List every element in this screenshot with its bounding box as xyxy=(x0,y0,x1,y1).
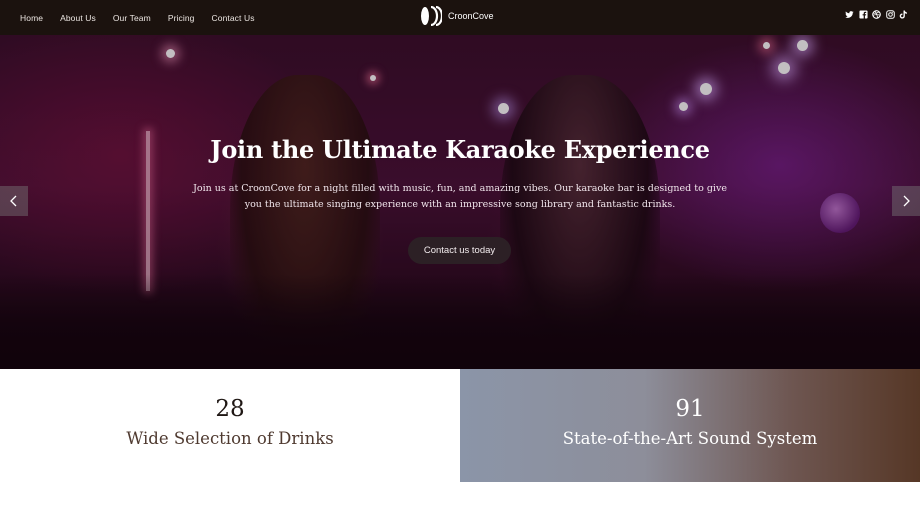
contact-us-button[interactable]: Contact us today xyxy=(408,237,511,264)
twitter-icon[interactable] xyxy=(845,10,854,19)
stat-card-drinks: 28 Wide Selection of Drinks xyxy=(0,369,460,482)
stat-label: State-of-the-Art Sound System xyxy=(562,429,818,448)
facebook-icon[interactable] xyxy=(858,10,868,19)
hero-slider: Join the Ultimate Karaoke Experience Joi… xyxy=(0,35,920,369)
stat-label: Wide Selection of Drinks xyxy=(126,429,334,448)
dribbble-icon[interactable] xyxy=(872,10,881,19)
slider-prev-button[interactable] xyxy=(0,186,28,216)
nav-link-home[interactable]: Home xyxy=(20,13,43,23)
tiktok-icon[interactable] xyxy=(899,10,908,19)
brand-name: CroonCove xyxy=(448,11,494,21)
brand-logo[interactable]: CroonCove xyxy=(420,6,494,26)
stat-card-sound-system: 91 State-of-the-Art Sound System xyxy=(460,369,920,482)
nav-link-contact-us[interactable]: Contact Us xyxy=(212,13,255,23)
social-links xyxy=(841,10,909,19)
hero-description: Join us at CroonCove for a night filled … xyxy=(193,183,727,210)
logo-icon xyxy=(421,6,442,26)
stats-section: 28 Wide Selection of Drinks 91 State-of-… xyxy=(0,369,920,482)
slider-next-button[interactable] xyxy=(892,186,920,216)
nav-link-our-team[interactable]: Our Team xyxy=(113,13,151,23)
nav-link-about-us[interactable]: About Us xyxy=(60,13,96,23)
chevron-left-icon xyxy=(10,195,17,207)
top-navbar: Home About Us Our Team Pricing Contact U… xyxy=(0,0,920,35)
nav-link-pricing[interactable]: Pricing xyxy=(168,13,195,23)
main-nav: Home About Us Our Team Pricing Contact U… xyxy=(20,13,272,23)
instagram-icon[interactable] xyxy=(885,10,895,19)
stat-number: 91 xyxy=(675,396,705,422)
stat-number: 28 xyxy=(215,396,245,422)
chevron-right-icon xyxy=(903,195,910,207)
hero-title: Join the Ultimate Karaoke Experience xyxy=(210,135,710,164)
